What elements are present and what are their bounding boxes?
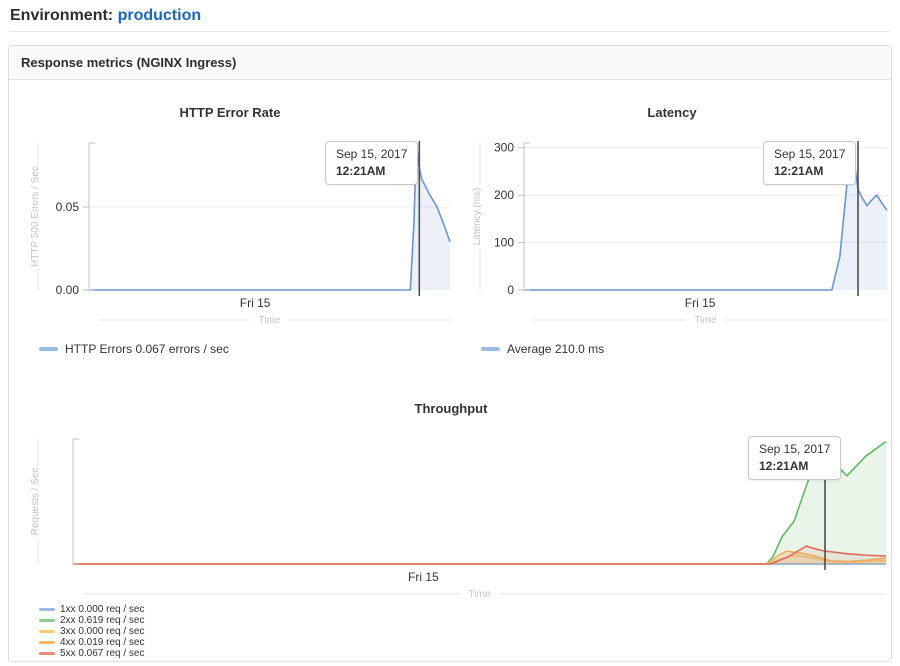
x-axis-label: Time	[259, 315, 281, 326]
legend-label: 1xx 0.000 req / sec	[60, 604, 145, 615]
legend-item: HTTP Errors 0.067 errors / sec	[39, 341, 451, 357]
chart-latency: Latency 0 100 200 300 Fri 15 Time Latency (ms)…	[451, 80, 893, 357]
legend-item: 5xx 0.067 req / sec	[39, 648, 893, 659]
series-line-3xx	[73, 555, 886, 564]
legend-swatch	[39, 641, 55, 644]
legend-item: 1xx 0.000 req / sec	[39, 604, 893, 615]
series-line-4xx	[73, 551, 886, 564]
series-line-5xx	[73, 546, 886, 564]
x-axis-label: Time	[695, 315, 717, 326]
chart-tooltip: Sep 15, 2017 12:21AM	[763, 141, 856, 185]
charts-row: HTTP Error Rate 0.00 0.05 Fri 15 Time HTTP 5…	[9, 80, 891, 357]
legend-label: 4xx 0.019 req / sec	[60, 637, 145, 648]
legend-swatch	[39, 347, 58, 351]
y-tick-label: 0.05	[56, 200, 80, 214]
legend-http-error-rate: HTTP Errors 0.067 errors / sec	[39, 341, 451, 357]
legend-swatch	[39, 619, 55, 622]
page-header: Environment: production	[0, 0, 900, 32]
chart-title-throughput: Throughput	[9, 401, 893, 416]
x-axis-label: Time	[469, 589, 491, 600]
y-axis-label: Latency (ms)	[472, 188, 483, 246]
y-axis-label: HTTP 500 Errors / Sec	[30, 166, 41, 267]
y-axis	[524, 143, 530, 290]
series-area-5xx	[73, 546, 886, 564]
environment-link[interactable]: production	[118, 7, 202, 24]
legend-item: 2xx 0.619 req / sec	[39, 615, 893, 626]
legend-item: 3xx 0.000 req / sec	[39, 626, 893, 637]
legend-item: 4xx 0.019 req / sec	[39, 637, 893, 648]
legend-throughput: 1xx 0.000 req / sec2xx 0.619 req / sec3x…	[39, 604, 893, 659]
y-axis-label: Requests / Sec	[30, 468, 41, 536]
environment-label: Environment:	[10, 7, 113, 24]
x-tick-label: Fri 15	[685, 296, 716, 310]
legend-item: Average 210.0 ms	[481, 341, 893, 357]
chart-title-latency: Latency	[451, 105, 893, 120]
legend-label: HTTP Errors 0.067 errors / sec	[65, 342, 229, 356]
legend-label: 5xx 0.067 req / sec	[60, 648, 145, 659]
plot-wrap: 0 100 200 300 Fri 15 Time Latency (ms) Sep 15,…	[451, 120, 893, 335]
panel-body: HTTP Error Rate 0.00 0.05 Fri 15 Time HTTP 5…	[9, 80, 891, 659]
tooltip-date: Sep 15, 2017	[759, 442, 830, 456]
legend-latency: Average 210.0 ms	[481, 341, 893, 357]
chart-throughput: Throughput Fri 15 Time Requests / Sec Sep …	[9, 357, 893, 659]
x-tick-label: Fri 15	[240, 296, 271, 310]
panel-heading: Response metrics (NGINX Ingress)	[9, 46, 891, 80]
plot-wrap: Fri 15 Time Requests / Sec Sep 15, 2017 12…	[9, 416, 893, 601]
legend-swatch	[39, 608, 55, 611]
tooltip-time: 12:21AM	[336, 164, 407, 178]
chart-tooltip: Sep 15, 2017 12:21AM	[748, 436, 841, 480]
tooltip-time: 12:21AM	[774, 164, 845, 178]
tooltip-date: Sep 15, 2017	[336, 147, 407, 161]
environment-title: Environment: production	[10, 6, 890, 32]
plot-wrap: 0.000.05Fri 15TimeHTTP 500 Errors / Sec …	[9, 120, 451, 335]
legend-swatch	[481, 347, 500, 351]
tooltip-time: 12:21AM	[759, 459, 830, 473]
legend-swatch	[39, 652, 55, 655]
y-tick-label: 100	[494, 236, 514, 250]
y-axis	[89, 143, 95, 290]
x-tick-label: Fri 15	[408, 570, 439, 584]
legend-label: Average 210.0 ms	[507, 342, 604, 356]
chart-title-http-error-rate: HTTP Error Rate	[9, 105, 451, 120]
metrics-panel: Response metrics (NGINX Ingress) HTTP Er…	[8, 45, 892, 662]
y-axis	[73, 439, 79, 564]
y-tick-label: 300	[494, 141, 514, 155]
series-area-4xx	[73, 551, 886, 564]
legend-swatch	[39, 630, 55, 633]
y-tick-label: 0	[507, 283, 514, 297]
chart-tooltip: Sep 15, 2017 12:21AM	[325, 141, 418, 185]
chart-http-error-rate: HTTP Error Rate 0.00 0.05 Fri 15 Time HTTP 5…	[9, 80, 451, 357]
tooltip-date: Sep 15, 2017	[774, 147, 845, 161]
y-tick-label: 200	[494, 188, 514, 202]
legend-label: 2xx 0.619 req / sec	[60, 615, 145, 626]
legend-label: 3xx 0.000 req / sec	[60, 626, 145, 637]
y-tick-label: 0.00	[56, 283, 80, 297]
